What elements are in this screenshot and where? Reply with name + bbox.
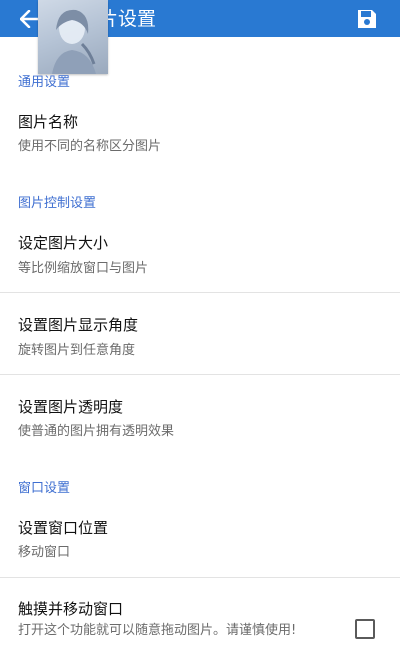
item-subtitle: 旋转图片到任意角度 (18, 343, 136, 358)
item-subtitle: 打开这个功能就可以随意拖动图片。请谨慎使用! (18, 623, 297, 638)
save-button[interactable] (352, 5, 382, 33)
item-subtitle: 移动窗口 (18, 545, 71, 560)
floppy-disk-icon (358, 10, 376, 28)
section-header-image-control: 图片控制设置 (18, 196, 97, 211)
portrait-thumbnail-image (52, 9, 96, 74)
item-title: 设置窗口位置 (18, 519, 109, 537)
item-title: 设置图片显示角度 (18, 316, 139, 334)
section-header-general: 通用设置 (18, 75, 71, 90)
item-title: 设置图片透明度 (18, 398, 124, 416)
item-title: 触摸并移动窗口 (18, 600, 124, 618)
item-subtitle: 使用不同的名称区分图片 (18, 139, 162, 154)
touch-move-checkbox[interactable] (355, 619, 375, 639)
item-subtitle: 等比例缩放窗口与图片 (18, 261, 149, 276)
section-header-window: 窗口设置 (18, 481, 71, 496)
item-title: 设定图片大小 (18, 234, 109, 252)
item-subtitle: 使普通的图片拥有透明效果 (18, 424, 175, 439)
floating-image-thumbnail[interactable] (38, 0, 108, 74)
item-title: 图片名称 (18, 113, 79, 131)
arrow-back-icon (20, 10, 40, 28)
